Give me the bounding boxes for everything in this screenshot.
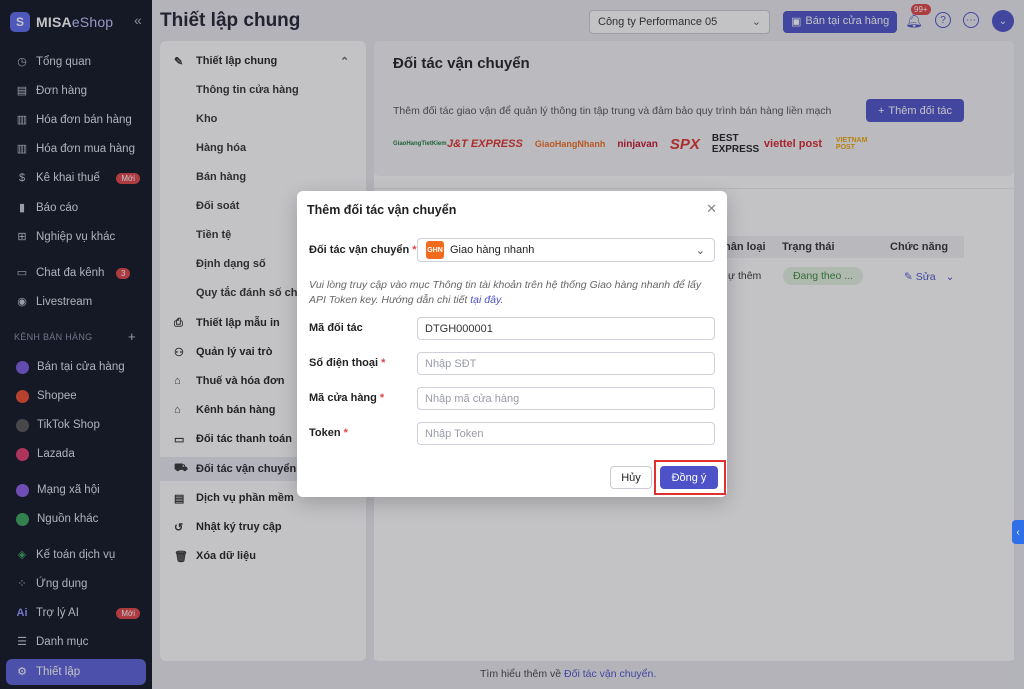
token-label: Token * bbox=[309, 427, 348, 439]
token-input[interactable] bbox=[417, 422, 715, 445]
phone-input[interactable] bbox=[417, 352, 715, 375]
close-icon[interactable]: ✕ bbox=[706, 201, 717, 217]
store-code-input[interactable] bbox=[417, 387, 715, 410]
partner-select[interactable]: GHN Giao hàng nhanh ⌄ bbox=[417, 238, 715, 262]
store-code-label: Mã cửa hàng * bbox=[309, 392, 385, 404]
phone-label: Số điện thoại * bbox=[309, 357, 386, 369]
partner-code-label: Mã đối tác bbox=[309, 322, 363, 334]
chevron-down-icon: ⌄ bbox=[695, 245, 705, 257]
api-token-hint: Vui lòng truy cập vào mục Thông tin tài … bbox=[309, 279, 702, 306]
ghn-logo-icon: GHN bbox=[426, 241, 444, 259]
dialog-title: Thêm đối tác vận chuyển bbox=[307, 203, 457, 217]
partner-label: Đối tác vận chuyển * bbox=[309, 244, 417, 256]
guide-link[interactable]: tại đây bbox=[470, 294, 500, 306]
cancel-button[interactable]: Hủy bbox=[610, 466, 652, 489]
expand-side-panel-icon[interactable]: ‹ bbox=[1012, 520, 1024, 544]
partner-code-input[interactable] bbox=[417, 317, 715, 340]
add-shipping-partner-dialog: Thêm đối tác vận chuyển ✕ Đối tác vận ch… bbox=[297, 191, 727, 497]
confirm-button[interactable]: Đồng ý bbox=[660, 466, 718, 489]
